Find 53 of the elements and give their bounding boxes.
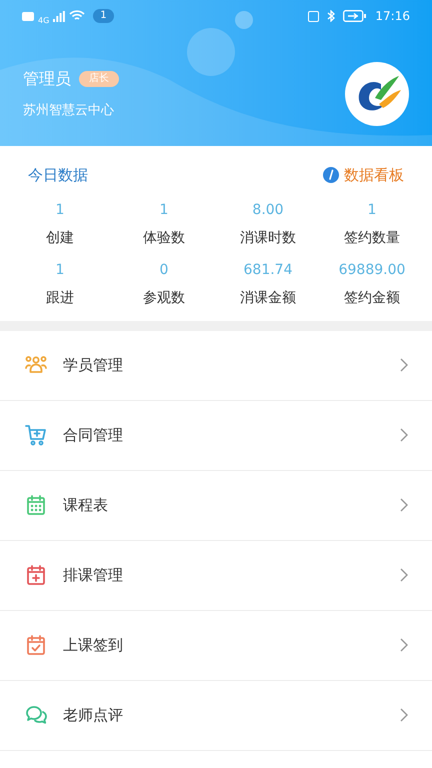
clock: 17:16: [375, 8, 410, 25]
stat-label: 参观数: [143, 288, 185, 306]
chevron-right-icon: [400, 358, 408, 372]
menu-item[interactable]: 老师点评: [0, 680, 432, 750]
calendar-check-icon: [24, 633, 48, 657]
section-title: 今日数据: [28, 165, 88, 186]
calendar-icon: [24, 493, 48, 517]
stat-value: 69889.00: [338, 260, 406, 278]
bluetooth-icon: [327, 10, 336, 22]
chevron-right-icon: [400, 638, 408, 652]
menu-label: 老师点评: [63, 704, 124, 726]
user-name: 管理员: [23, 68, 71, 90]
notification-badge: 1: [93, 9, 114, 23]
menu-item[interactable]: 合同管理: [0, 400, 432, 470]
signal-icon: [53, 10, 66, 22]
logo-icon: [345, 62, 409, 126]
hd-icon: [22, 12, 34, 20]
stat-label: 消课金额: [240, 288, 296, 306]
menu-label: 课程表: [63, 494, 109, 516]
stat-value: 681.74: [244, 260, 292, 278]
menu-item[interactable]: 学员管理: [0, 330, 432, 400]
menu-label: 上课签到: [63, 634, 124, 656]
nfc-icon: [308, 10, 320, 22]
chevron-right-icon: [400, 498, 408, 512]
organization-name: 苏州智慧云中心: [23, 102, 115, 120]
battery-icon: [343, 10, 368, 22]
stat-label: 跟进: [46, 288, 74, 306]
gauge-icon: [323, 167, 339, 184]
stat-value: 8.00: [252, 200, 284, 218]
stat-value: 1: [56, 260, 64, 278]
chevron-right-icon: [400, 568, 408, 582]
stat-value: 1: [160, 200, 168, 218]
menu-label: 排课管理: [63, 564, 124, 586]
network-type: 4G: [38, 16, 50, 24]
stat-value: 1: [56, 200, 64, 218]
menu-label: 合同管理: [63, 424, 124, 446]
cart-icon: [24, 423, 48, 447]
menu-label: 学员管理: [63, 354, 124, 376]
stat-label: 签约数量: [344, 228, 400, 246]
stat-value: 0: [160, 260, 168, 278]
stat-value: 1: [368, 200, 376, 218]
role-badge: 店长: [79, 71, 119, 88]
stat-label: 创建: [46, 228, 74, 246]
stat-label: 消课时数: [240, 228, 296, 246]
chevron-right-icon: [400, 708, 408, 722]
menu-item[interactable]: 课程表: [0, 470, 432, 540]
wifi-icon: [69, 10, 86, 22]
chevron-right-icon: [400, 428, 408, 442]
stat-label: 签约金额: [344, 288, 400, 306]
menu-item[interactable]: 排课管理: [0, 540, 432, 610]
menu-item[interactable]: 上课签到: [0, 610, 432, 680]
stat-label: 体验数: [143, 228, 185, 246]
calendar-plus-icon: [24, 563, 48, 587]
